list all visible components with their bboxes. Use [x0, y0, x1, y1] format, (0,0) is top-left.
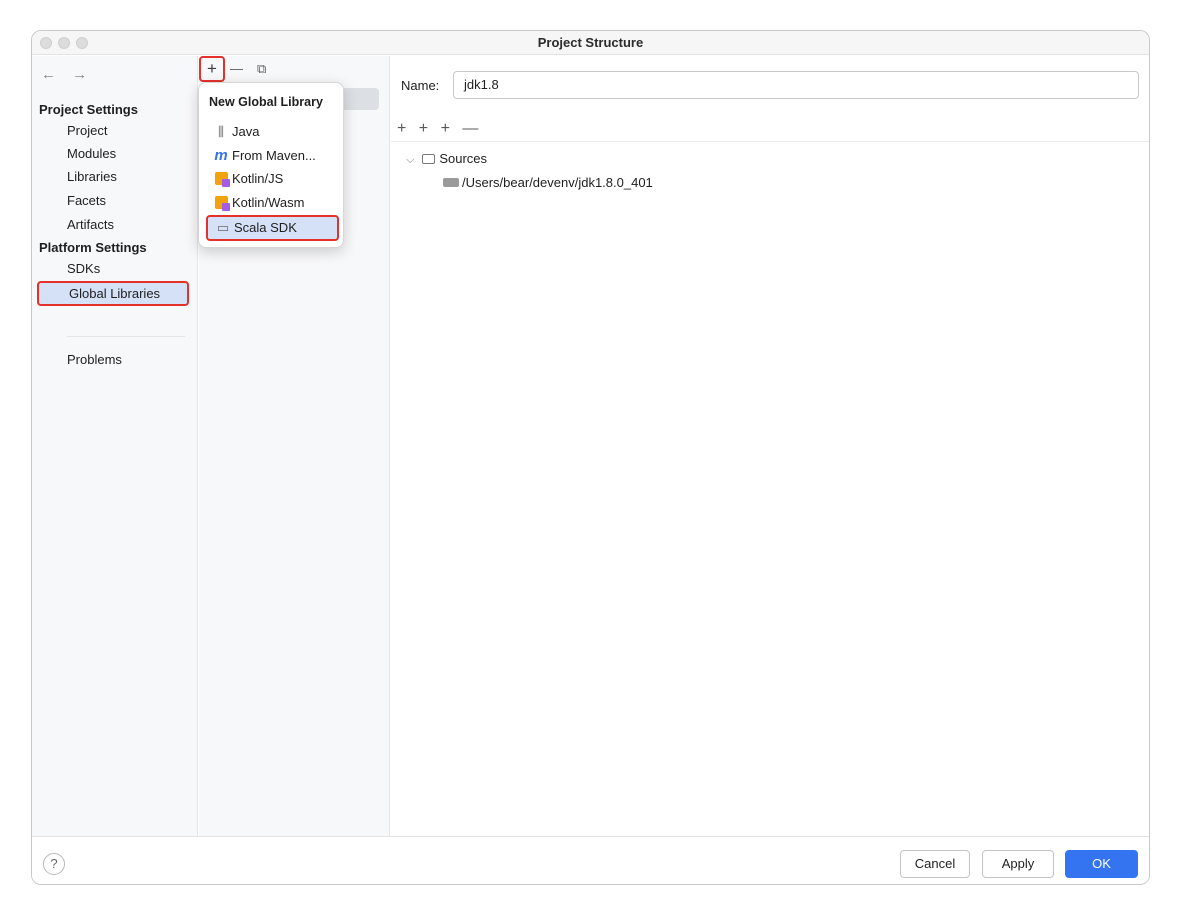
nav-arrows: ← → — [41, 66, 99, 83]
popup-item-label: Java — [232, 124, 260, 139]
popup-item-kotlin-wasm[interactable]: Kotlin/Wasm — [213, 195, 305, 211]
add-sources-button[interactable]: + — [419, 120, 428, 137]
sources-folder-icon — [422, 154, 436, 164]
sidebar-item-artifacts[interactable]: Artifacts — [67, 217, 114, 232]
copy-library-icon[interactable]: ⧉ — [257, 60, 266, 78]
detail-toolbar: + + + — — [397, 120, 486, 138]
add-library-button[interactable]: + — [199, 56, 225, 82]
project-structure-window: Project Structure ← → Project Settings P… — [31, 30, 1150, 885]
popup-item-kotlin-js[interactable]: Kotlin/JS — [213, 171, 284, 187]
chevron-down-icon[interactable]: ⌵ — [406, 154, 414, 166]
popup-title: New Global Library — [209, 95, 323, 109]
name-label: Name: — [401, 78, 440, 93]
sources-label: Sources — [439, 151, 488, 166]
add-classes-button[interactable]: + — [441, 120, 450, 137]
popup-item-label: Scala SDK — [234, 220, 297, 235]
jar-root-icon — [443, 178, 459, 187]
jar-icon: ⫼ — [218, 124, 224, 139]
library-detail-panel: Name: jdk1.8 + + + — ⌵ Sources /Users/bea… — [391, 56, 1149, 836]
title-bar: Project Structure — [32, 31, 1149, 55]
forward-arrow-icon[interactable]: → — [72, 66, 87, 83]
remove-library-button[interactable]: — — [230, 60, 243, 78]
apply-button[interactable]: Apply — [982, 850, 1054, 878]
settings-sidebar: ← → Project Settings Project Modules Lib… — [32, 56, 198, 836]
sidebar-item-sdks[interactable]: SDKs — [67, 261, 100, 276]
add-root-button[interactable]: + — [397, 120, 406, 137]
ok-button[interactable]: OK — [1065, 850, 1138, 878]
popup-item-java[interactable]: ⫼ Java — [213, 124, 259, 140]
popup-item-scala-sdk[interactable]: ▭ Scala SDK — [206, 215, 339, 241]
remove-root-button[interactable]: — — [462, 120, 478, 137]
sidebar-divider — [67, 336, 185, 337]
popup-item-label: From Maven... — [232, 148, 316, 163]
sidebar-item-problems[interactable]: Problems — [67, 352, 122, 367]
popup-item-label: Kotlin/Wasm — [232, 195, 305, 210]
detail-separator — [391, 141, 1149, 142]
sidebar-item-libraries[interactable]: Libraries — [67, 169, 117, 184]
tree-row-path[interactable]: /Users/bear/devenv/jdk1.8.0_401 — [443, 175, 653, 190]
scala-folder-icon: ▭ — [216, 220, 230, 235]
source-path-label: /Users/bear/devenv/jdk1.8.0_401 — [462, 175, 653, 190]
window-title: Project Structure — [537, 35, 644, 50]
back-arrow-icon[interactable]: ← — [41, 66, 56, 83]
kotlin-icon — [213, 195, 230, 211]
sidebar-item-global-libraries[interactable]: Global Libraries — [37, 281, 189, 306]
sidebar-item-facets[interactable]: Facets — [67, 193, 106, 208]
kotlin-icon — [213, 171, 230, 187]
project-settings-heading: Project Settings — [39, 102, 138, 117]
platform-settings-heading: Platform Settings — [39, 240, 147, 255]
sidebar-item-project[interactable]: Project — [67, 123, 107, 138]
cancel-button[interactable]: Cancel — [900, 850, 970, 878]
help-icon[interactable]: ? — [43, 853, 65, 875]
tree-row-sources[interactable]: ⌵ Sources — [406, 151, 487, 167]
sidebar-item-modules[interactable]: Modules — [67, 146, 116, 161]
name-input[interactable]: jdk1.8 — [453, 71, 1139, 99]
dialog-footer: ? Cancel Apply OK — [32, 836, 1149, 884]
new-global-library-popup: New Global Library ⫼ Java m From Maven... … — [198, 82, 344, 248]
maven-icon: m — [214, 147, 228, 164]
popup-item-label: Kotlin/JS — [232, 171, 284, 186]
popup-item-from-maven[interactable]: m From Maven... — [213, 147, 316, 164]
